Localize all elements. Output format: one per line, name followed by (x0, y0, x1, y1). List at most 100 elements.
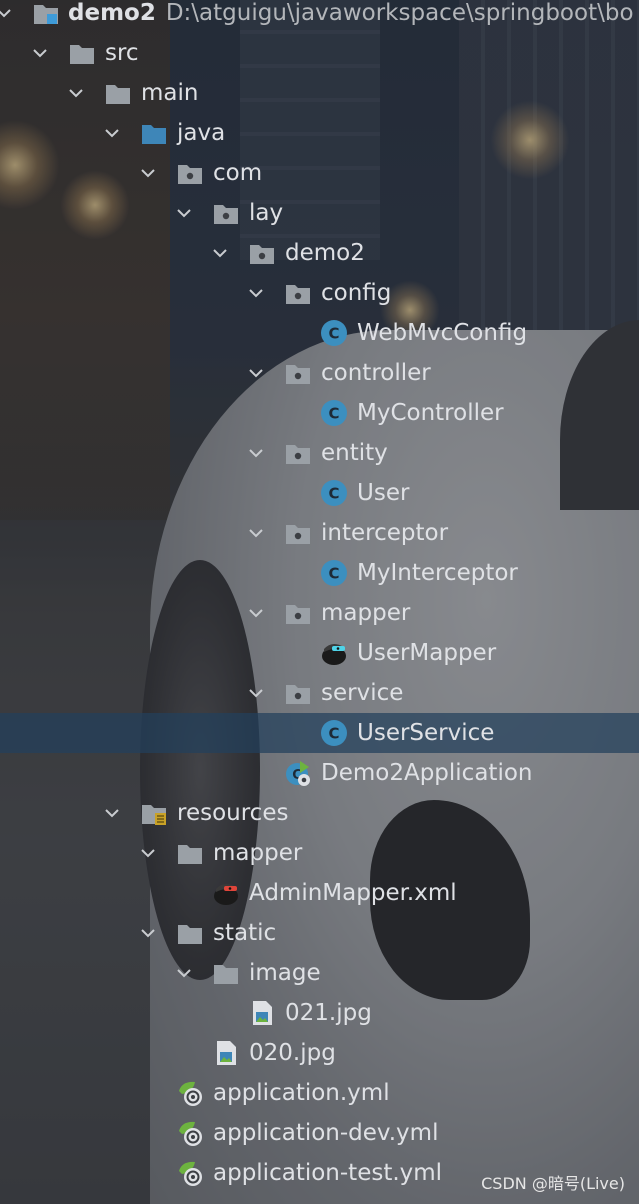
tree-row-myinterceptor[interactable]: C MyInterceptor (0, 553, 639, 593)
tree-item-label: interceptor (321, 520, 449, 546)
chevron-down-icon[interactable] (246, 363, 266, 383)
resources-folder-icon (140, 799, 168, 827)
tree-row-webmvcconfig[interactable]: C WebMvcConfig (0, 313, 639, 353)
tree-item-label: MyController (357, 400, 504, 426)
tree-row-lay[interactable]: lay (0, 193, 639, 233)
spring-boot-app-icon: C (284, 759, 312, 787)
package-icon (284, 439, 312, 467)
tree-row-resources[interactable]: resources (0, 793, 639, 833)
class-icon: C (320, 479, 348, 507)
tree-item-label: service (321, 680, 404, 706)
chevron-down-icon[interactable] (246, 283, 266, 303)
folder-icon (104, 79, 132, 107)
class-icon: C (320, 719, 348, 747)
tree-row-usermapper[interactable]: UserMapper (0, 633, 639, 673)
package-icon (248, 239, 276, 267)
tree-item-label: WebMvcConfig (357, 320, 528, 346)
chevron-down-icon[interactable] (246, 683, 266, 703)
tree-row-service[interactable]: service (0, 673, 639, 713)
package-icon (284, 359, 312, 387)
spring-yml-icon (176, 1159, 204, 1187)
tree-row-interceptor[interactable]: interceptor (0, 513, 639, 553)
tree-row-mycontroller[interactable]: C MyController (0, 393, 639, 433)
tree-row-com[interactable]: com (0, 153, 639, 193)
tree-row-config[interactable]: config (0, 273, 639, 313)
package-icon (284, 679, 312, 707)
tree-row-image[interactable]: image (0, 953, 639, 993)
tree-row-user[interactable]: C User (0, 473, 639, 513)
chevron-down-icon[interactable] (138, 843, 158, 863)
project-name-text: demo2 (68, 0, 156, 26)
tree-row-java[interactable]: java (0, 113, 639, 153)
mybatis-xml-icon (212, 879, 240, 907)
tree-row-application-dev-yml[interactable]: application-dev.yml (0, 1113, 639, 1153)
tree-item-label: resources (177, 800, 289, 826)
package-icon (284, 279, 312, 307)
tree-item-label: 020.jpg (249, 1040, 336, 1066)
tree-item-label: mapper (213, 840, 303, 866)
tree-item-label: entity (321, 440, 388, 466)
tree-row-demo2[interactable]: demo2 (0, 233, 639, 273)
tree-item-label: image (249, 960, 321, 986)
tree-item-label: AdminMapper.xml (249, 880, 457, 906)
tree-row-021-jpg[interactable]: 021.jpg (0, 993, 639, 1033)
tree-row-static[interactable]: static (0, 913, 639, 953)
tree-row-main[interactable]: main (0, 73, 639, 113)
tree-item-label: src (105, 40, 139, 66)
class-icon: C (320, 399, 348, 427)
chevron-down-icon[interactable] (66, 83, 86, 103)
chevron-down-icon[interactable] (210, 243, 230, 263)
spring-yml-icon (176, 1119, 204, 1147)
tree-row-entity[interactable]: entity (0, 433, 639, 473)
folder-icon (176, 919, 204, 947)
tree-row-src[interactable]: src (0, 33, 639, 73)
tree-item-label: config (321, 280, 392, 306)
chevron-down-icon[interactable] (102, 123, 122, 143)
tree-item-label: demo2 (285, 240, 365, 266)
tree-item-label: UserService (357, 720, 495, 746)
tree-row-adminmapper-xml[interactable]: AdminMapper.xml (0, 873, 639, 913)
tree-row-project-root[interactable]: demo2 D:\atguigu\javaworkspace\springboot… (0, 0, 639, 33)
folder-icon (68, 39, 96, 67)
tree-item-label: main (141, 80, 199, 106)
tree-row-controller[interactable]: controller (0, 353, 639, 393)
tree-row-mapper[interactable]: mapper (0, 593, 639, 633)
chevron-down-icon[interactable] (138, 923, 158, 943)
chevron-down-icon[interactable] (102, 803, 122, 823)
chevron-down-icon[interactable] (174, 963, 194, 983)
package-icon (176, 159, 204, 187)
tree-item-label: static (213, 920, 277, 946)
watermark: CSDN @暗号(Live) (481, 1174, 625, 1193)
tree-item-label: application.yml (213, 1080, 390, 1106)
tree-row-application-yml[interactable]: application.yml (0, 1073, 639, 1113)
tree-item-label: lay (249, 200, 284, 226)
chevron-down-icon[interactable] (174, 203, 194, 223)
chevron-down-icon[interactable] (246, 443, 266, 463)
image-file-icon (248, 999, 276, 1027)
chevron-down-icon[interactable] (138, 163, 158, 183)
svg-text:C: C (328, 325, 339, 343)
module-folder-icon (32, 0, 60, 27)
source-folder-icon (140, 119, 168, 147)
package-icon (284, 599, 312, 627)
chevron-down-icon[interactable] (246, 603, 266, 623)
tree-row-mapper[interactable]: mapper (0, 833, 639, 873)
project-name: demo2 D:\atguigu\javaworkspace\springboot… (68, 0, 634, 29)
tree-row-userservice[interactable]: C UserService (0, 713, 639, 753)
mybatis-icon (320, 639, 348, 667)
chevron-down-icon[interactable] (246, 523, 266, 543)
svg-text:C: C (328, 485, 339, 503)
chevron-down-icon[interactable] (30, 43, 50, 63)
tree-item-label: controller (321, 360, 431, 386)
class-icon: C (320, 319, 348, 347)
svg-text:C: C (328, 725, 339, 743)
tree-row-demo2application[interactable]: C Demo2Application (0, 753, 639, 793)
tree-item-label: 021.jpg (285, 1000, 372, 1026)
tree-row-020-jpg[interactable]: 020.jpg (0, 1033, 639, 1073)
tree-item-label: Demo2Application (321, 760, 533, 786)
tree-item-label: com (213, 160, 263, 186)
tree-item-label: MyInterceptor (357, 560, 518, 586)
chevron-down-icon[interactable] (0, 3, 14, 23)
tree-item-label: java (177, 120, 226, 146)
package-icon (284, 519, 312, 547)
